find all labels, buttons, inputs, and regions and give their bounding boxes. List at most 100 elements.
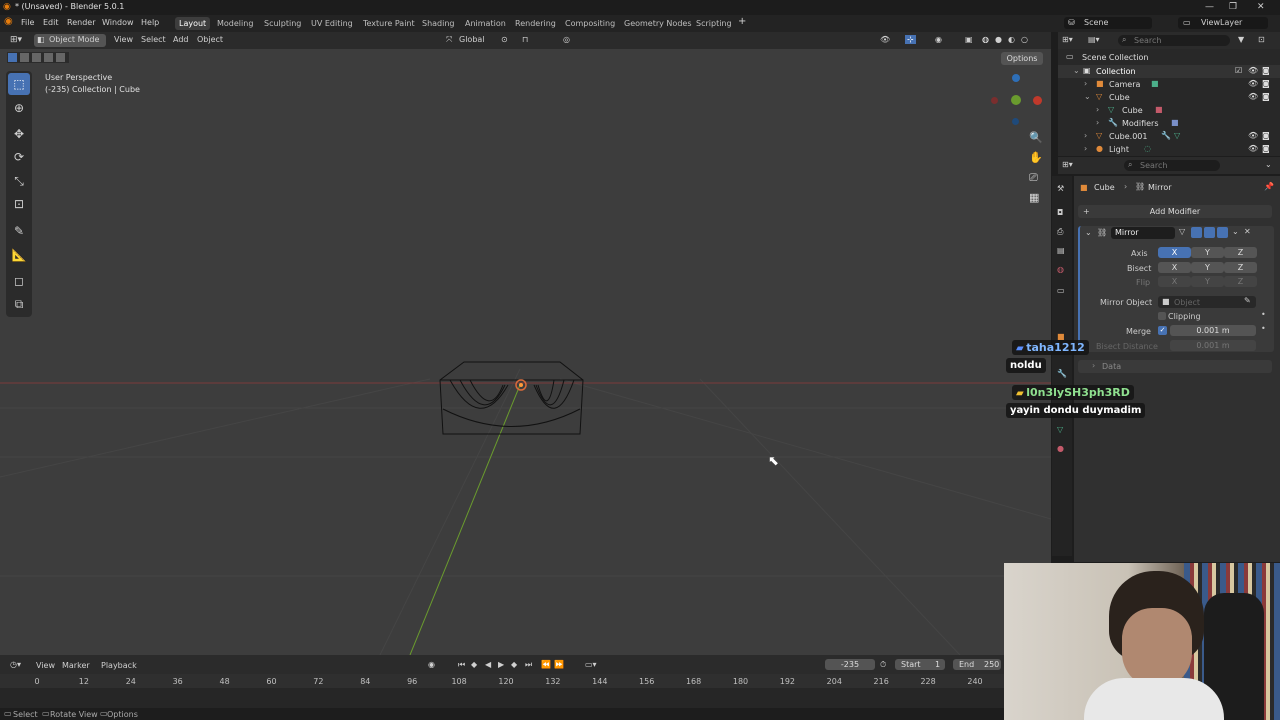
add-object-tool-icon[interactable]: ⧉ [8, 293, 30, 315]
material-tab-icon[interactable]: ● [1057, 444, 1064, 453]
eye-icon[interactable]: 👁 [1248, 131, 1258, 140]
chevron-down-icon[interactable]: ⌄ [1084, 92, 1091, 101]
tab-geometry-nodes[interactable]: Geometry Nodes [620, 17, 695, 30]
filter-icon[interactable]: ▼ [1238, 35, 1244, 44]
realtime-icon[interactable] [1204, 227, 1215, 238]
list-item[interactable]: › ▽ Cube.001 🔧 ▽ 👁 ◙ [1058, 130, 1280, 143]
camera-render-icon[interactable]: ◙ [1262, 66, 1270, 75]
visibility-icon[interactable]: 👁 [880, 35, 890, 44]
axis-x-toggle[interactable]: X [1158, 247, 1191, 258]
eye-icon[interactable]: 👁 [1248, 79, 1258, 88]
ortho-toggle-icon[interactable]: ▦ [1029, 191, 1039, 204]
menu-view[interactable]: View [114, 35, 133, 44]
gizmo-neg-z-icon[interactable] [1012, 118, 1019, 125]
checkbox-icon[interactable]: ☑ [1235, 66, 1242, 75]
transform-tool-icon[interactable]: ⊡ [8, 193, 30, 215]
tab-shading[interactable]: Shading [418, 17, 459, 30]
select-new-icon[interactable] [8, 53, 17, 62]
play-icon[interactable]: ▶ [498, 660, 504, 669]
menu-add[interactable]: Add [173, 35, 189, 44]
chevron-down-icon[interactable]: ⌄ [1073, 66, 1080, 75]
select-box-tool-icon[interactable]: ⬚ [8, 73, 30, 95]
world-tab-icon[interactable]: ▭ [1057, 286, 1065, 295]
snap-icon[interactable]: ⊓ [522, 35, 528, 44]
menu-help[interactable]: Help [141, 18, 159, 27]
select-subtract-icon[interactable] [32, 53, 41, 62]
tab-sculpting[interactable]: Sculpting [260, 17, 305, 30]
next-keyframe-icon[interactable]: ⏩ [554, 660, 564, 669]
timeline-editor-icon[interactable]: ◷▾ [10, 660, 21, 669]
chevron-right-icon[interactable]: › [1084, 144, 1087, 153]
eye-icon[interactable]: 👁 [1248, 66, 1258, 75]
list-item[interactable]: › 🔧 Modifiers ■ [1058, 117, 1280, 130]
navigation-gizmo[interactable] [985, 71, 1045, 131]
prev-keyframe-icon[interactable]: ⏪ [541, 660, 551, 669]
menu-edit[interactable]: Edit [43, 18, 59, 27]
axis-y-toggle[interactable]: Y [1191, 247, 1224, 258]
list-item[interactable]: ⌄ ▽ Cube 👁 ◙ [1058, 91, 1280, 104]
auto-keying-icon[interactable]: ◉ [428, 660, 435, 669]
tool-tab-icon[interactable]: ⚒ [1057, 184, 1064, 193]
camera-render-icon[interactable]: ◙ [1262, 131, 1270, 140]
jump-keyframe-back-icon[interactable]: ◆ [471, 660, 477, 669]
overlay-toggle-icon[interactable]: ◉ [935, 35, 942, 44]
timeline-track-area[interactable] [0, 688, 1004, 708]
3d-viewport[interactable]: User Perspective (-235) Collection | Cub… [0, 49, 1051, 655]
flip-y-toggle[interactable]: Y [1191, 276, 1224, 287]
pin-icon[interactable]: 📌 [1264, 182, 1274, 191]
keyframe-dot-icon[interactable]: • [1261, 310, 1266, 319]
outliner-editor-icon[interactable]: ⊞▾ [1062, 35, 1073, 44]
measure-tool-icon[interactable]: 📐 [8, 244, 30, 266]
menu-object[interactable]: Object [197, 35, 223, 44]
add-workspace-button[interactable]: + [738, 16, 746, 27]
solid-shading-icon[interactable]: ● [995, 35, 1002, 44]
merge-checkbox[interactable]: ✓ [1158, 326, 1167, 335]
flip-z-toggle[interactable]: Z [1224, 276, 1257, 287]
wireframe-shading-icon[interactable]: ◍ [982, 35, 989, 44]
jump-start-icon[interactable]: ⏮ [458, 660, 465, 670]
bisect-y-toggle[interactable]: Y [1191, 262, 1224, 273]
tab-texture-paint[interactable]: Texture Paint [359, 17, 419, 30]
maximize-button[interactable]: ❐ [1229, 2, 1237, 12]
close-icon[interactable]: ✕ [1244, 227, 1251, 236]
tab-scripting[interactable]: Scripting [692, 17, 736, 30]
blender-menu-icon[interactable]: ◉ [4, 16, 13, 27]
gizmo-x-icon[interactable] [1033, 96, 1042, 105]
jump-end-icon[interactable]: ⏭ [525, 660, 532, 670]
view-layer-tab-icon[interactable]: ▤ [1057, 246, 1065, 255]
camera-render-icon[interactable]: ◙ [1262, 144, 1270, 153]
output-tab-icon[interactable]: ⎙ [1057, 227, 1063, 237]
select-mode-group[interactable] [7, 52, 69, 63]
gizmo-y-icon[interactable] [1011, 95, 1021, 105]
tab-animation[interactable]: Animation [461, 17, 510, 30]
chevron-right-icon[interactable]: › [1084, 131, 1087, 140]
tab-compositing[interactable]: Compositing [561, 17, 619, 30]
keyframe-dot-icon[interactable]: • [1261, 324, 1266, 333]
timeline-menu-view[interactable]: View [36, 661, 55, 670]
chevron-right-icon[interactable]: › [1096, 118, 1099, 127]
axis-z-toggle[interactable]: Z [1224, 247, 1257, 258]
outliner-search-input[interactable]: ⌕ Search [1118, 35, 1230, 46]
rendered-shading-icon[interactable]: ○ [1021, 35, 1028, 44]
timeline-menu-playback[interactable]: Playback [101, 661, 137, 670]
select-invert-icon[interactable] [44, 53, 53, 62]
clipping-checkbox[interactable] [1158, 312, 1166, 320]
pivot-icon[interactable]: ⊙ [501, 35, 508, 44]
end-frame-field[interactable]: End 250 [953, 659, 1001, 670]
camera-render-icon[interactable]: ◙ [1262, 79, 1270, 88]
pan-hand-icon[interactable]: ✋ [1029, 151, 1043, 164]
scene-tab-icon[interactable]: ◍ [1057, 265, 1064, 274]
tab-rendering[interactable]: Rendering [511, 17, 560, 30]
flip-x-toggle[interactable]: X [1158, 276, 1191, 287]
camera-view-icon[interactable]: ⎚ [1029, 171, 1038, 185]
timeline-menu-marker[interactable]: Marker [62, 661, 90, 670]
list-item[interactable]: › ● Light ◌ 👁 ◙ [1058, 143, 1280, 156]
cursor-tool-icon[interactable]: ⊕ [8, 97, 30, 119]
add-cube-tool-icon[interactable]: ◻ [8, 270, 30, 292]
modifier-name-field[interactable]: Mirror [1111, 227, 1175, 239]
select-extend-icon[interactable] [20, 53, 29, 62]
move-tool-icon[interactable]: ✥ [8, 123, 30, 145]
select-intersect-icon[interactable] [56, 53, 65, 62]
material-shading-icon[interactable]: ◐ [1008, 35, 1015, 44]
properties-editor-icon[interactable]: ⊞▾ [1062, 160, 1073, 169]
